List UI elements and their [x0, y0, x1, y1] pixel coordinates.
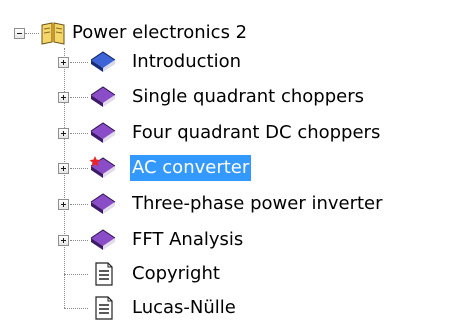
tree-connector: [64, 48, 65, 308]
tree-item-lucas-nulle[interactable]: Lucas-Nülle: [130, 295, 238, 321]
tree-connector: [64, 308, 88, 309]
tree-connector: [25, 33, 39, 34]
tree-item-copyright[interactable]: Copyright: [130, 261, 222, 287]
expand-button[interactable]: [58, 163, 69, 174]
tree-item-fft-analysis[interactable]: FFT Analysis: [130, 227, 245, 253]
tree-item-three-phase-power-inverter[interactable]: Three-phase power inverter: [130, 191, 385, 217]
tree-connector: [70, 240, 88, 241]
tree-root-label[interactable]: Power electronics 2: [70, 20, 249, 46]
expand-button[interactable]: [58, 92, 69, 103]
tree-connector: [70, 133, 88, 134]
open-book-icon: [39, 18, 67, 45]
blue-book-icon: [89, 48, 117, 74]
tree-item-four-quadrant-dc-choppers[interactable]: Four quadrant DC choppers: [130, 120, 382, 146]
purple-book-icon: [89, 226, 117, 252]
document-icon: [92, 261, 120, 287]
purple-book-icon: [89, 83, 117, 109]
tree-item-ac-converter[interactable]: AC converter: [130, 155, 252, 181]
tree-item-introduction[interactable]: Introduction: [130, 49, 243, 75]
tree-item-single-quadrant-choppers[interactable]: Single quadrant choppers: [130, 84, 366, 110]
tree-connector: [70, 97, 88, 98]
purple-book-icon: [89, 119, 117, 145]
collapse-button[interactable]: [14, 28, 25, 39]
tree-connector: [64, 274, 88, 275]
tree-connector: [70, 62, 88, 63]
tree-connector: [70, 168, 88, 169]
expand-button[interactable]: [58, 235, 69, 246]
tree-connector: [70, 204, 88, 205]
document-icon: [92, 295, 120, 321]
tree-view: Power electronics 2 Introduction Single …: [0, 0, 452, 323]
expand-button[interactable]: [58, 199, 69, 210]
purple-book-red-mark-icon: [89, 154, 117, 180]
expand-button[interactable]: [58, 57, 69, 68]
purple-book-icon: [89, 190, 117, 216]
expand-button[interactable]: [58, 128, 69, 139]
